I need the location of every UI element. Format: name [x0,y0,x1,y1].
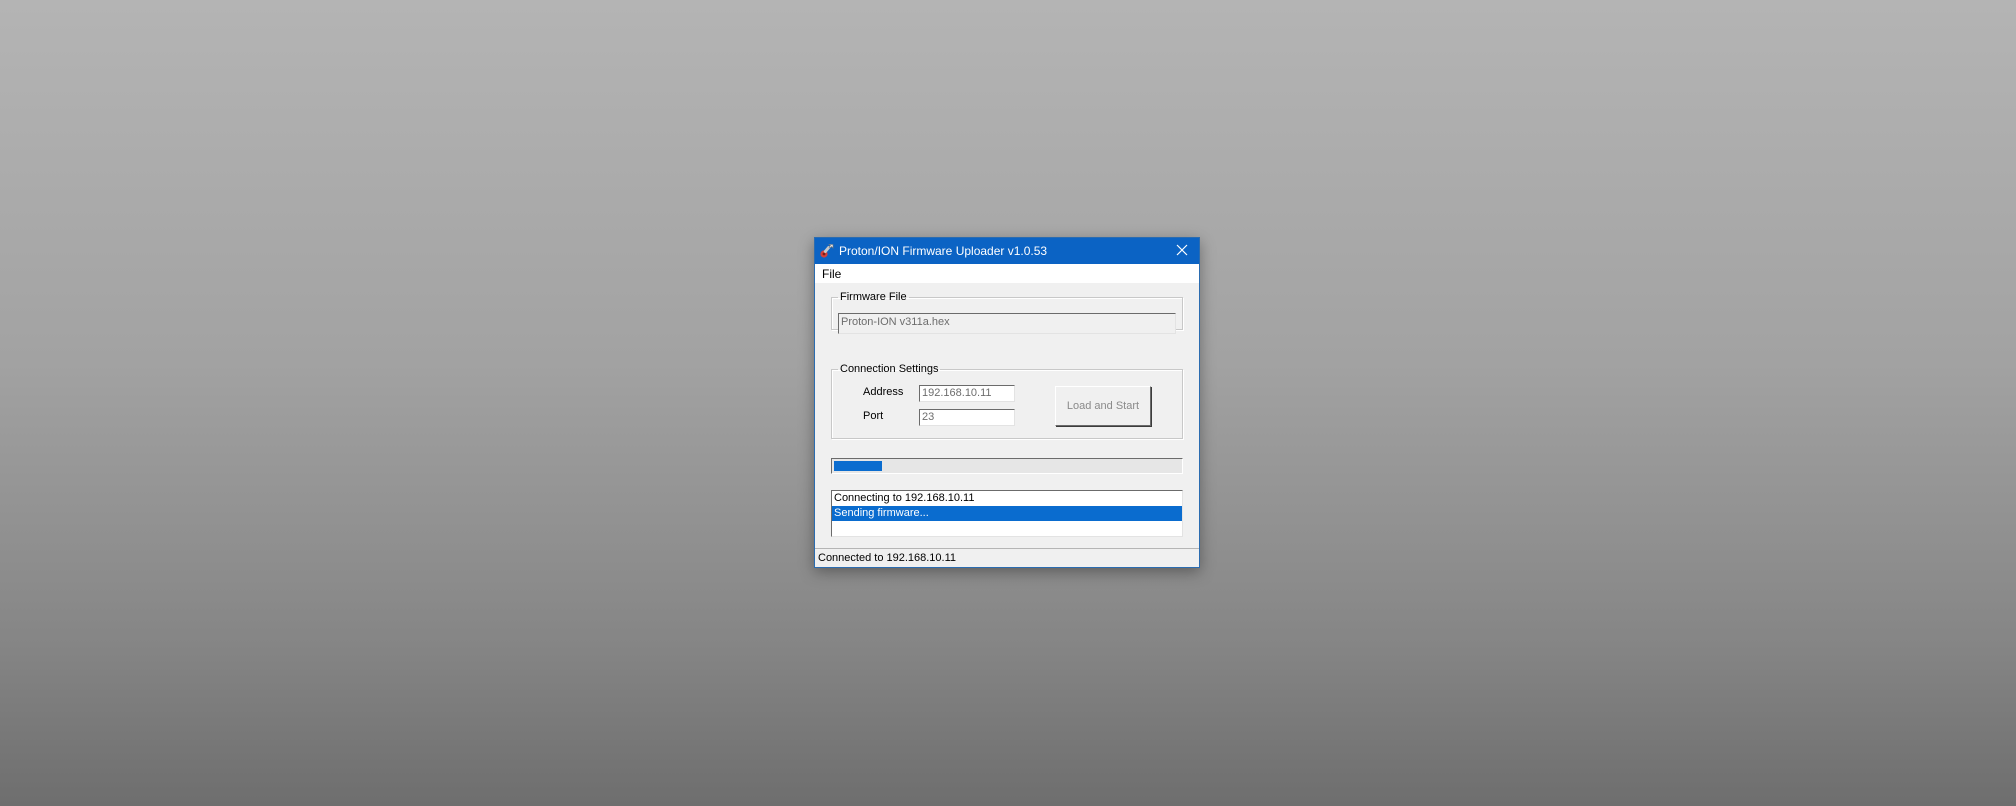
upload-progress-bar [831,458,1183,474]
firmware-uploader-window: Proton/ION Firmware Uploader v1.0.53 Fil… [814,237,1200,568]
wrench-app-icon [819,243,835,259]
close-icon [1176,244,1188,259]
menu-bar: File [815,264,1199,283]
firmware-file-group-label: Firmware File [840,291,907,303]
window-title: Proton/ION Firmware Uploader v1.0.53 [839,244,1048,258]
connection-settings-group-label: Connection Settings [840,363,939,375]
menu-file[interactable]: File [822,267,841,281]
address-label: Address [863,386,904,398]
load-and-start-button[interactable]: Load and Start [1055,386,1151,426]
close-button[interactable] [1165,238,1199,264]
log-line[interactable]: Connecting to 192.168.10.11 [832,491,1182,506]
port-label: Port [863,410,884,422]
firmware-file-field[interactable]: Proton-ION v311a.hex [838,313,1176,334]
log-list[interactable]: Connecting to 192.168.10.11 Sending firm… [831,490,1183,537]
port-field[interactable]: 23 [919,409,1015,426]
log-line-selected[interactable]: Sending firmware... [832,506,1182,521]
progress-fill [834,461,882,471]
status-text: Connected to 192.168.10.11 [818,552,957,564]
status-bar: Connected to 192.168.10.11 [815,548,1199,567]
title-bar[interactable]: Proton/ION Firmware Uploader v1.0.53 [815,238,1199,264]
address-field[interactable]: 192.168.10.11 [919,385,1015,402]
